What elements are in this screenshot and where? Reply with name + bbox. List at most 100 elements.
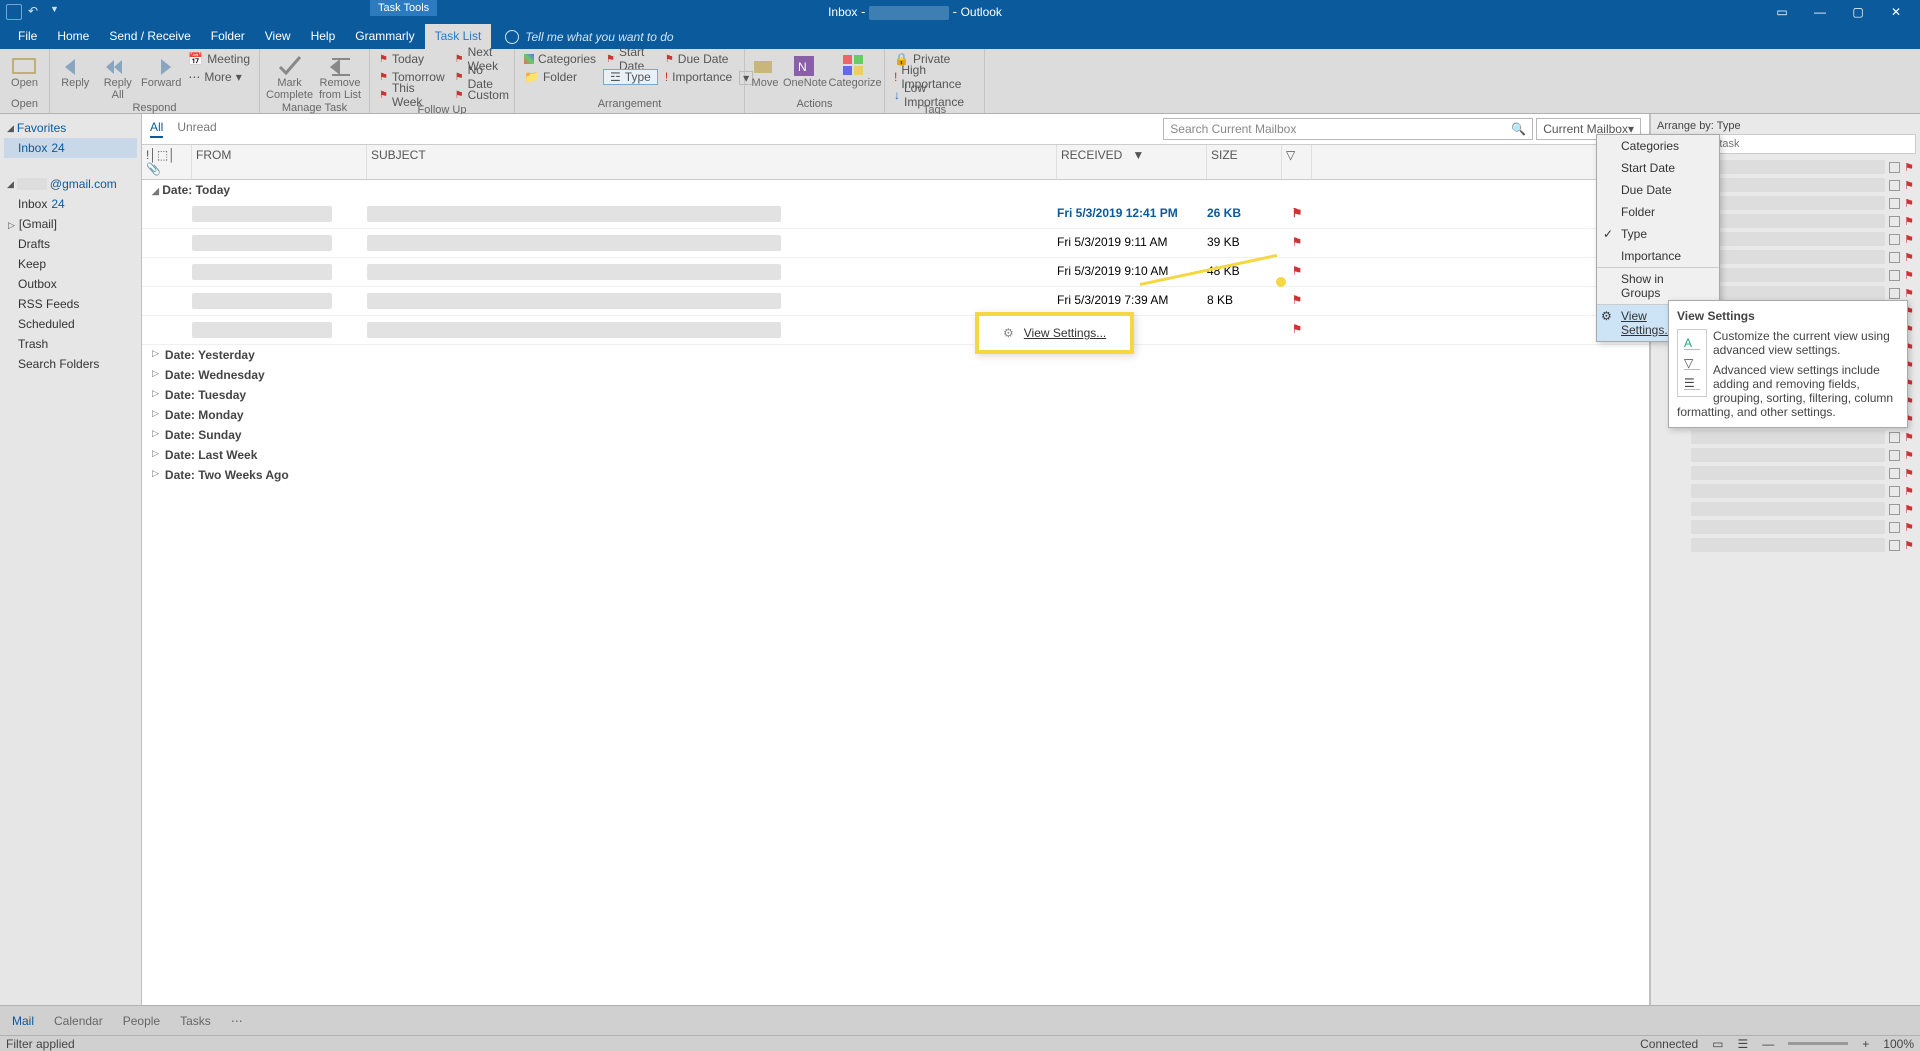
reply-button[interactable]: Reply [56, 51, 95, 101]
zoom-out-icon[interactable]: — [1762, 1037, 1774, 1051]
forward-button[interactable]: Forward [141, 51, 181, 101]
more-respond-button[interactable]: ⋯More ▾ [185, 69, 253, 85]
meeting-button[interactable]: 📅Meeting [185, 51, 253, 67]
search-input[interactable]: Search Current Mailbox🔍 [1163, 118, 1533, 140]
nav-gmail[interactable]: ▷[Gmail] [4, 214, 137, 234]
view-settings-tooltip: View Settings A▽☰ Customize the current … [1668, 300, 1908, 428]
message-row[interactable]: Fri 5/3/2019 9:11 AM39 KB⚑ [142, 229, 1649, 258]
qat-dropdown-icon[interactable]: ▼ [50, 4, 66, 20]
nav-tasks[interactable]: Tasks [180, 1014, 211, 1028]
this-week-button[interactable]: ⚑This Week [376, 87, 448, 103]
view-normal-icon[interactable]: ▭ [1712, 1037, 1723, 1051]
gear-icon: ⚙ [1003, 326, 1014, 340]
zoom-slider[interactable] [1788, 1042, 1848, 1045]
message-row[interactable]: Fri 5/3/2019 7:39 AM8 KB⚑ [142, 287, 1649, 316]
ribbon-display-icon[interactable]: ▭ [1764, 5, 1800, 19]
nav-keep[interactable]: Keep [4, 254, 137, 274]
nav-rss[interactable]: RSS Feeds [4, 294, 137, 314]
nav-trash[interactable]: Trash [4, 334, 137, 354]
onenote-button[interactable]: NOneNote [783, 51, 827, 89]
filter-unread[interactable]: Unread [177, 120, 216, 138]
mark-complete-button[interactable]: Mark Complete [266, 51, 313, 101]
nav-search-folders[interactable]: Search Folders [4, 354, 137, 374]
task-item[interactable]: ⚑ [1655, 518, 1916, 536]
arrange-type[interactable]: ☲Type [603, 69, 658, 85]
nav-calendar[interactable]: Calendar [54, 1014, 103, 1028]
view-reading-icon[interactable]: ☰ [1738, 1037, 1749, 1051]
reply-icon [61, 53, 89, 77]
nav-inbox[interactable]: Inbox24 [4, 194, 137, 214]
move-icon [751, 53, 779, 77]
window-title: Inbox - - Outlook [66, 4, 1764, 20]
minimize-icon[interactable]: — [1802, 5, 1838, 19]
message-row[interactable]: Fri 5/3/2019 12:41 PM26 KB⚑ [142, 200, 1649, 229]
nav-drafts[interactable]: Drafts [4, 234, 137, 254]
search-icon[interactable]: 🔍 [1511, 122, 1526, 136]
reply-all-button[interactable]: Reply All [99, 51, 138, 101]
status-connected: Connected [1640, 1037, 1698, 1051]
arrange-by-header[interactable]: Arrange by: Type [1655, 118, 1916, 134]
message-row[interactable]: Fri 5/3/2019 9:10 AM48 KB⚑ [142, 258, 1649, 287]
arrange-start-date[interactable]: ⚑Start Date [603, 51, 658, 67]
task-item[interactable]: ⚑ [1655, 464, 1916, 482]
nav-mail[interactable]: Mail [12, 1014, 34, 1028]
tab-folder[interactable]: Folder [201, 24, 255, 49]
group-header[interactable]: ▷ Date: Last Week [142, 445, 1649, 465]
custom-flag-button[interactable]: ⚑Custom [452, 87, 512, 103]
favorites-header[interactable]: ◢Favorites [4, 118, 137, 138]
navigation-bar: Mail Calendar People Tasks ⋯ [0, 1005, 1920, 1035]
task-item[interactable]: ⚑ [1655, 428, 1916, 446]
close-icon[interactable]: ✕ [1878, 5, 1914, 19]
menu-start-date[interactable]: Start Date [1597, 157, 1719, 179]
tab-send-receive[interactable]: Send / Receive [99, 24, 200, 49]
group-header[interactable]: ▷ Date: Two Weeks Ago [142, 465, 1649, 485]
tab-view[interactable]: View [255, 24, 301, 49]
task-item[interactable]: ⚑ [1655, 482, 1916, 500]
autosave-icon[interactable] [6, 4, 22, 20]
undo-icon[interactable]: ↶ [28, 4, 44, 20]
maximize-icon[interactable]: ▢ [1840, 5, 1876, 19]
group-header[interactable]: ▷ Date: Sunday [142, 425, 1649, 445]
today-button[interactable]: ⚑Today [376, 51, 448, 67]
tab-grammarly[interactable]: Grammarly [345, 24, 424, 49]
filter-all[interactable]: All [150, 120, 163, 138]
low-importance-button[interactable]: ↓Low Importance [891, 87, 978, 103]
zoom-in-icon[interactable]: + [1862, 1037, 1869, 1051]
open-button[interactable]: Open [6, 51, 43, 89]
nav-people[interactable]: People [123, 1014, 160, 1028]
nav-inbox-favorite[interactable]: Inbox24 [4, 138, 137, 158]
arrange-due-date[interactable]: ⚑Due Date [662, 51, 735, 67]
task-item[interactable]: ⚑ [1655, 536, 1916, 554]
forward-icon [147, 53, 175, 77]
task-item[interactable]: ⚑ [1655, 500, 1916, 518]
menu-categories[interactable]: Categories [1597, 135, 1719, 157]
remove-from-list-button[interactable]: Remove from List [317, 51, 363, 101]
menu-importance[interactable]: Importance [1597, 245, 1719, 267]
categorize-icon [841, 53, 869, 77]
menu-show-in-groups[interactable]: Show in Groups [1597, 268, 1719, 304]
categorize-button[interactable]: Categorize [831, 51, 879, 89]
tab-help[interactable]: Help [301, 24, 346, 49]
task-item[interactable]: ⚑ [1655, 446, 1916, 464]
menu-type[interactable]: Type [1597, 223, 1719, 245]
group-today[interactable]: ◢ Date: Today [142, 180, 1649, 200]
move-button[interactable]: Move [751, 51, 779, 89]
group-header[interactable]: ▷ Date: Wednesday [142, 365, 1649, 385]
tab-home[interactable]: Home [47, 24, 99, 49]
message-row[interactable]: Fri 5/3/2019⚑ [142, 316, 1649, 345]
arrange-categories[interactable]: Categories [521, 51, 599, 67]
group-header[interactable]: ▷ Date: Tuesday [142, 385, 1649, 405]
arrange-folder[interactable]: 📁Folder [521, 69, 599, 85]
tab-file[interactable]: File [8, 24, 47, 49]
group-header[interactable]: ▷ Date: Yesterday [142, 345, 1649, 365]
nav-scheduled[interactable]: Scheduled [4, 314, 137, 334]
menu-due-date[interactable]: Due Date [1597, 179, 1719, 201]
nav-more[interactable]: ⋯ [231, 1014, 243, 1028]
account-header[interactable]: ◢@gmail.com [4, 174, 137, 194]
no-date-button[interactable]: ⚑No Date [452, 69, 512, 85]
nav-outbox[interactable]: Outbox [4, 274, 137, 294]
column-headers[interactable]: !│⬚│📎 FROM SUBJECT RECEIVED ▼ SIZE ▽ [142, 144, 1649, 180]
arrange-importance[interactable]: !Importance [662, 69, 735, 85]
group-header[interactable]: ▷ Date: Monday [142, 405, 1649, 425]
menu-folder[interactable]: Folder [1597, 201, 1719, 223]
